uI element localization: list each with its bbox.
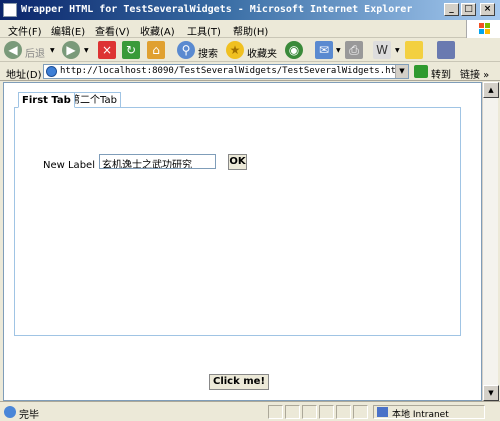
media-icon[interactable]: ◉ — [285, 41, 303, 59]
toolbar: ◀ 后退 ▼ ▶ ▼ × ↻ ⌂ ⚲ 搜索 ★ 收藏夹 ◉ ✉ ▼ ⎙ W ▼ — [0, 38, 500, 62]
status-pane — [336, 405, 351, 419]
discuss-icon[interactable] — [405, 41, 423, 59]
address-url[interactable]: http://localhost:8090/TestSeveralWidgets… — [60, 66, 407, 76]
forward-dropdown-icon[interactable]: ▼ — [84, 47, 89, 54]
scroll-down-icon[interactable]: ▼ — [483, 385, 499, 401]
status-pane — [302, 405, 317, 419]
maximize-button[interactable]: □ — [461, 3, 476, 16]
vertical-scrollbar[interactable]: ▲ ▼ — [482, 82, 499, 401]
windows-logo-icon — [466, 20, 500, 38]
minimize-button[interactable]: _ — [444, 3, 459, 16]
zone-label: 本地 Intranet — [392, 410, 449, 420]
back-icon[interactable]: ◀ — [4, 41, 22, 59]
ok-button[interactable]: OK — [228, 154, 247, 170]
stop-icon[interactable]: × — [98, 41, 116, 59]
click-me-button[interactable]: Click me! — [209, 374, 269, 390]
favorites-icon[interactable]: ★ — [226, 41, 244, 59]
menu-bar: 文件(F) 编辑(E) 查看(V) 收藏(A) 工具(T) 帮助(H) — [0, 20, 500, 38]
refresh-icon[interactable]: ↻ — [122, 41, 140, 59]
ie-app-icon[interactable] — [3, 3, 17, 17]
favorites-label[interactable]: 收藏夹 — [247, 45, 277, 60]
menu-tools[interactable]: 工具(T) — [187, 23, 221, 38]
status-pane — [285, 405, 300, 419]
page-content: First Tab 第二个Tab New Label 玄机逸士之武功研究 OK … — [3, 82, 482, 401]
window-title: Wrapper HTML for TestSeveralWidgets - Mi… — [21, 4, 413, 15]
menu-help[interactable]: 帮助(H) — [233, 23, 268, 38]
forward-icon[interactable]: ▶ — [62, 41, 80, 59]
edit-dropdown-icon[interactable]: ▼ — [395, 47, 400, 54]
address-input[interactable]: http://localhost:8090/TestSeveralWidgets… — [43, 64, 409, 79]
page-done-icon — [4, 406, 16, 418]
intranet-zone-icon — [377, 407, 388, 417]
mail-dropdown-icon[interactable]: ▼ — [336, 47, 341, 54]
address-label: 地址(D) — [6, 70, 42, 81]
search-icon[interactable]: ⚲ — [177, 41, 195, 59]
title-bar: Wrapper HTML for TestSeveralWidgets - Mi… — [0, 0, 500, 20]
menu-favorites[interactable]: 收藏(A) — [140, 23, 175, 38]
status-bar: 完毕 本地 Intranet — [0, 401, 500, 421]
status-pane — [353, 405, 368, 419]
menu-view[interactable]: 查看(V) — [95, 23, 130, 38]
print-icon[interactable]: ⎙ — [345, 41, 363, 59]
links-button[interactable]: 链接 » — [460, 66, 489, 81]
page-icon — [46, 66, 57, 77]
mail-icon[interactable]: ✉ — [315, 41, 333, 59]
back-dropdown-icon[interactable]: ▼ — [50, 47, 55, 54]
home-icon[interactable]: ⌂ — [147, 41, 165, 59]
address-dropdown-icon[interactable]: ▼ — [395, 65, 408, 78]
edit-icon[interactable]: W — [373, 41, 391, 59]
tab-first[interactable]: First Tab — [18, 92, 75, 108]
security-zone[interactable]: 本地 Intranet — [373, 405, 485, 420]
menu-file[interactable]: 文件(F) — [8, 23, 42, 38]
scroll-up-icon[interactable]: ▲ — [483, 82, 499, 98]
messenger-icon[interactable] — [437, 41, 455, 59]
go-arrow-icon[interactable] — [414, 65, 428, 78]
go-button[interactable]: 转到 — [431, 66, 451, 81]
status-pane — [268, 405, 283, 419]
back-label[interactable]: 后退 — [25, 45, 45, 60]
text-input[interactable]: 玄机逸士之武功研究 — [99, 154, 216, 169]
tab-panel: New Label 玄机逸士之武功研究 OK — [14, 107, 461, 336]
new-label: New Label — [43, 160, 95, 171]
status-text: 完毕 — [19, 410, 39, 421]
status-pane — [319, 405, 334, 419]
search-label[interactable]: 搜索 — [198, 45, 218, 60]
menu-edit[interactable]: 编辑(E) — [51, 23, 85, 38]
address-bar: 地址(D) http://localhost:8090/TestSeveralW… — [0, 62, 500, 81]
status-panes — [268, 405, 374, 419]
close-button[interactable]: × — [480, 3, 495, 16]
